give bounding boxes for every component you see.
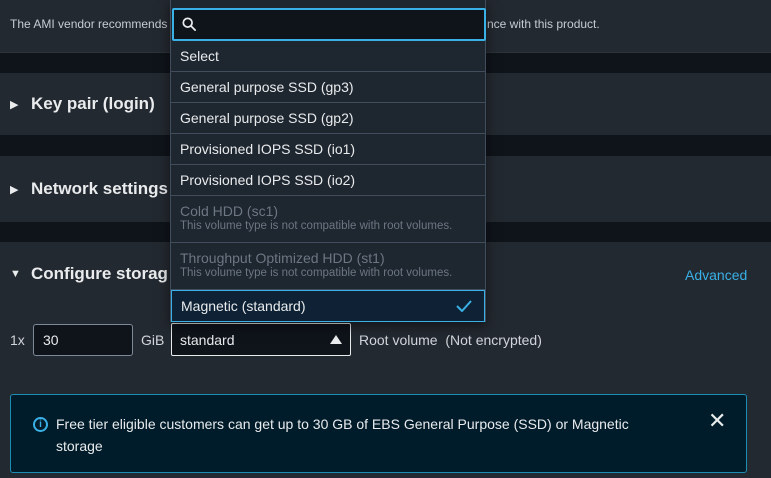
caret-right-icon: ▶: [10, 98, 19, 111]
dropdown-search-box[interactable]: [172, 8, 486, 41]
option-st1-disabled: Throughput Optimized HDD (st1) This volu…: [171, 243, 485, 290]
configure-storage-title: Configure storag: [31, 264, 168, 283]
dropdown-options-list: Select General purpose SSD (gp3) General…: [171, 41, 485, 322]
volume-unit-label: GiB: [141, 332, 165, 348]
option-sc1-disabled: Cold HDD (sc1) This volume type is not c…: [171, 196, 485, 243]
ami-notice-text: The AMI vendor recommends: [10, 17, 168, 31]
key-pair-section-toggle[interactable]: ▶ Key pair (login): [10, 94, 155, 114]
option-st1-note: This volume type is not compatible with …: [180, 267, 453, 279]
search-icon: [182, 17, 196, 31]
ami-notice-text-end: nce with this product.: [487, 17, 600, 31]
option-gp2[interactable]: General purpose SSD (gp2): [171, 103, 485, 134]
caret-down-icon: ▼: [10, 268, 21, 280]
ec2-launch-page: The AMI vendor recommends nce with this …: [0, 0, 771, 478]
caret-right-icon: ▶: [10, 183, 19, 196]
volume-type-dropdown: Select General purpose SSD (gp3) General…: [170, 0, 486, 322]
volume-type-select[interactable]: standard: [171, 323, 351, 356]
advanced-link[interactable]: Advanced: [685, 267, 747, 283]
option-io1[interactable]: Provisioned IOPS SSD (io1): [171, 134, 485, 165]
key-pair-title: Key pair (login): [31, 94, 155, 113]
option-io2[interactable]: Provisioned IOPS SSD (io2): [171, 165, 485, 196]
free-tier-info-text: Free tier eligible customers can get up …: [56, 416, 629, 454]
triangle-up-icon: [330, 335, 342, 344]
dropdown-search-input[interactable]: [204, 10, 484, 39]
close-icon[interactable]: ✕: [708, 410, 726, 432]
volume-size-input[interactable]: [33, 324, 133, 356]
volume-type-value: standard: [180, 331, 235, 348]
configure-storage-section-toggle[interactable]: ▼ Configure storag: [10, 264, 168, 284]
root-volume-label: Root volume (Not encrypted): [359, 332, 542, 348]
info-icon: i: [33, 417, 48, 432]
option-select[interactable]: Select: [171, 41, 485, 72]
free-tier-info-banner: i Free tier eligible customers can get u…: [10, 394, 747, 473]
checkmark-icon: [456, 300, 472, 312]
volume-multiplier-label: 1x: [10, 332, 25, 348]
network-settings-title: Network settings: [31, 179, 168, 198]
option-sc1-note: This volume type is not compatible with …: [180, 220, 453, 232]
network-settings-section-toggle[interactable]: ▶ Network settings: [10, 179, 168, 199]
option-gp3[interactable]: General purpose SSD (gp3): [171, 72, 485, 103]
option-magnetic-selected[interactable]: Magnetic (standard): [171, 290, 485, 322]
